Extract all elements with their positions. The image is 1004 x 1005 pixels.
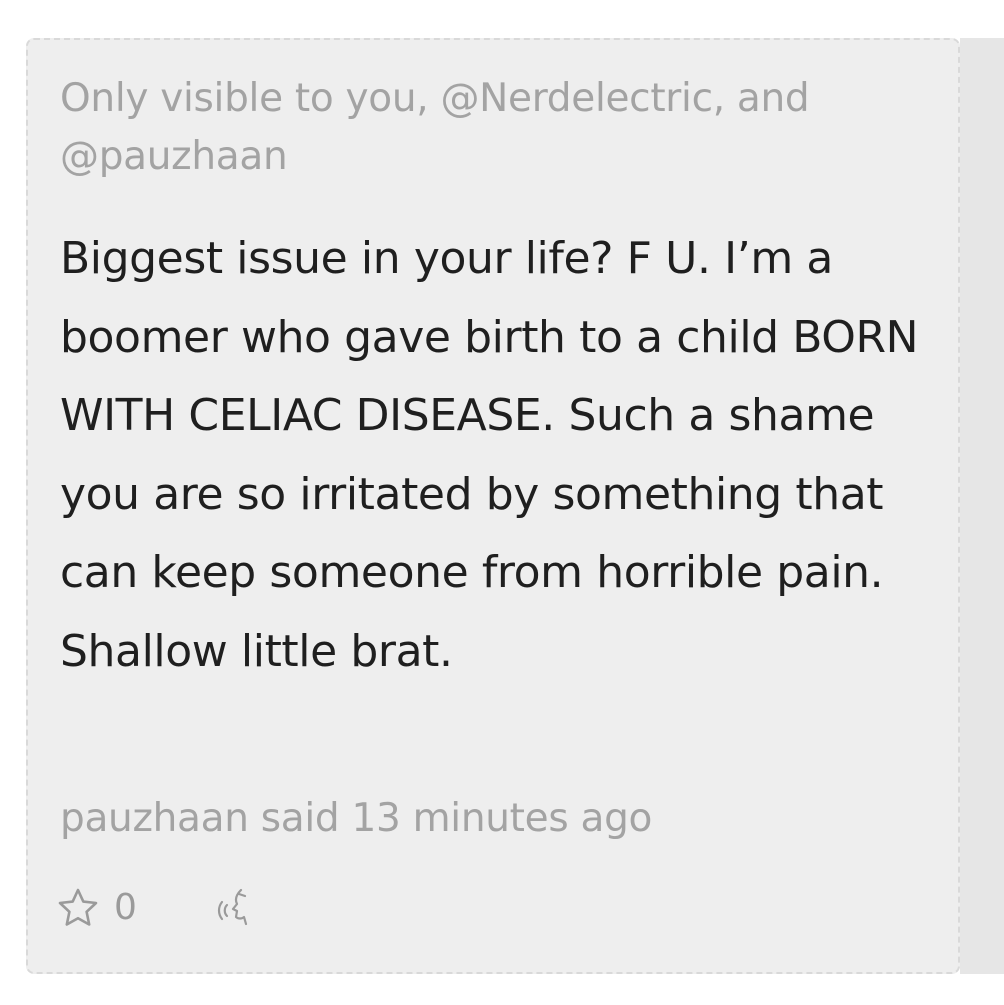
speak-aloud-icon [217, 888, 248, 926]
speak-button[interactable] [215, 886, 255, 930]
visibility-note: Only visible to you, @Nerdelectric, and … [60, 76, 810, 179]
card-edge [960, 38, 1004, 974]
comment-card: Only visible to you, @Nerdelectric, and … [26, 38, 960, 974]
comment-body: Biggest issue in your life? F U. I’m a b… [60, 233, 919, 677]
star-button[interactable]: 0 [56, 886, 137, 930]
comment-actions: 0 [56, 888, 255, 928]
star-outline-icon [58, 888, 98, 926]
comment-meta: pauzhaan said 13 minutes ago [60, 796, 653, 841]
star-count: 0 [114, 887, 137, 928]
